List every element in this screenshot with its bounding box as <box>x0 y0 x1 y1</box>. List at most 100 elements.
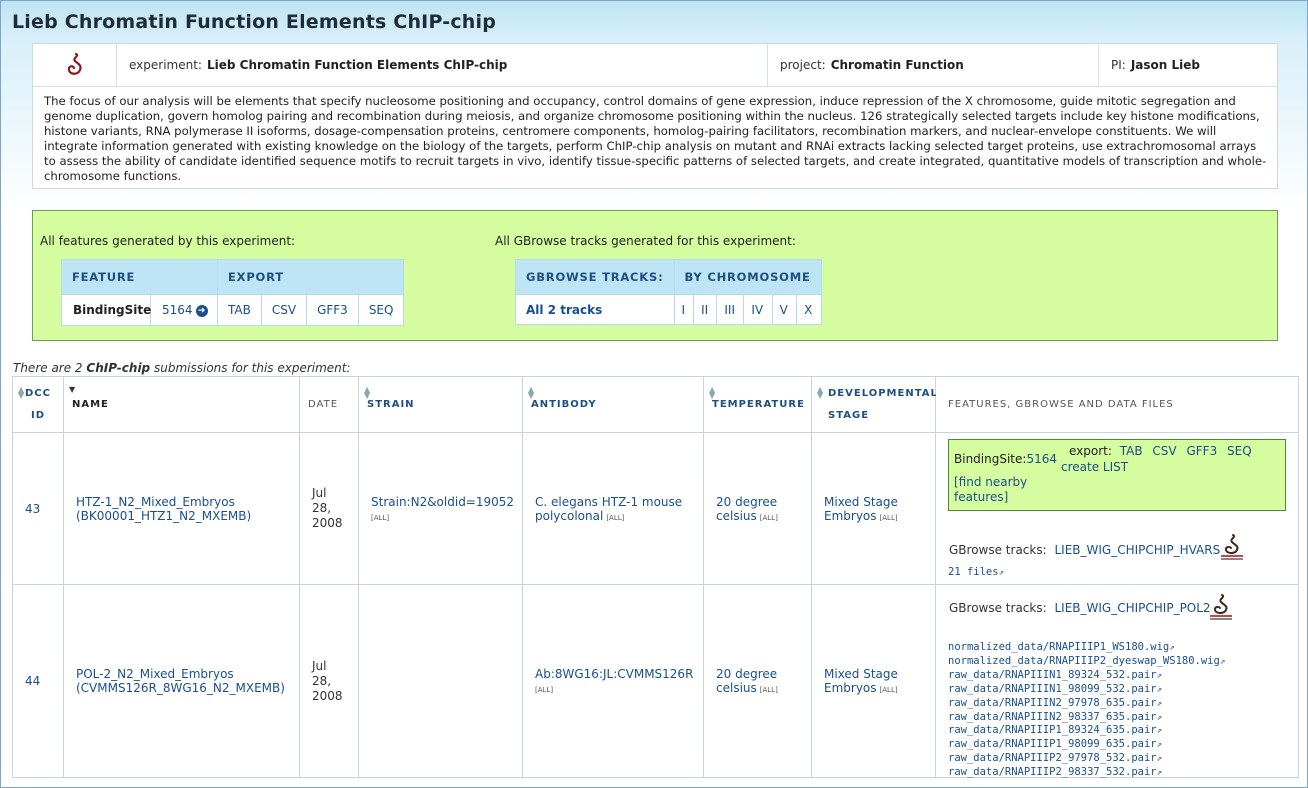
external-link-icon: ⇗ <box>1156 670 1163 681</box>
submission-date: Jul 28, 2008 <box>299 584 359 778</box>
export-gff3-link[interactable]: GFF3 <box>1186 444 1217 458</box>
chromosome-iii-link[interactable]: III <box>716 294 745 325</box>
data-file-link[interactable]: raw_data/RNAPIIIP2_97978_532.pair⇗ <box>948 752 1162 764</box>
chromosome-i-link[interactable]: I <box>673 294 695 325</box>
temperature-link-cont[interactable]: celsius <box>716 681 757 695</box>
feature-name: BindingSite <box>62 295 151 325</box>
project-cell: project: Chromatin Function <box>768 44 1099 86</box>
stage-cell: Mixed Stage Embryos [ALL] <box>811 584 936 778</box>
files-cell: BindingSite:5164 export: TAB CSV GFF3 SE… <box>935 432 1299 585</box>
experiment-cell: experiment: Lieb Chromatin Function Elem… <box>117 44 768 86</box>
arrow-right-circle-icon: ➜ <box>195 304 208 317</box>
external-link-icon: ⇗ <box>1156 768 1163 779</box>
temperature-all-link[interactable]: [ALL] <box>760 514 778 522</box>
stage-all-link[interactable]: [ALL] <box>880 686 898 694</box>
antibody-link[interactable]: Ab:8WG16:JL:CVMMS126R <box>535 667 693 681</box>
dcc-id-link[interactable]: 44 <box>12 584 64 778</box>
create-list-link[interactable]: create LIST <box>1061 460 1128 474</box>
external-link-icon: ⇗ <box>1156 684 1163 695</box>
experiment-summary-box: All features generated by this experimen… <box>32 210 1278 341</box>
strain-cell: Strain:N2&oldid=19052 [ALL] <box>358 432 523 585</box>
stage-link[interactable]: Mixed Stage <box>824 667 898 681</box>
export-tab-link[interactable]: TAB <box>217 294 262 326</box>
chromosome-iv-link[interactable]: IV <box>743 294 773 325</box>
external-link-icon: ⇗ <box>1156 740 1163 751</box>
experiment-info-card: experiment: Lieb Chromatin Function Elem… <box>32 43 1278 189</box>
chromosome-v-link[interactable]: V <box>771 294 798 325</box>
strain-link[interactable]: Strain:N2&oldid=19052 <box>371 495 514 509</box>
submission-name-link[interactable]: POL-2_N2_Mixed_Embryos (CVMMS126R_8WG16_N… <box>63 584 300 778</box>
chromosome-x-link[interactable]: X <box>796 294 822 325</box>
gbrowse-logo-icon[interactable] <box>1208 593 1234 621</box>
column-header-temperature[interactable]: ▲ ▼ TEMPERATURE <box>703 376 812 433</box>
external-link-icon: ⇗ <box>1156 712 1163 723</box>
external-link-icon: ⇗ <box>1169 643 1175 653</box>
export-gff3-link[interactable]: GFF3 <box>306 294 359 326</box>
external-link-icon: ⇗ <box>1156 754 1163 765</box>
antibody-link-cont[interactable]: polycolonal <box>535 509 603 523</box>
stage-all-link[interactable]: [ALL] <box>880 514 898 522</box>
data-file-link[interactable]: raw_data/RNAPIIIN1_98099_532.pair⇗ <box>948 683 1162 695</box>
antibody-all-link[interactable]: [ALL] <box>535 686 553 694</box>
stage-link-cont[interactable]: Embryos <box>824 681 877 695</box>
temperature-link-cont[interactable]: celsius <box>716 509 757 523</box>
data-file-link[interactable]: raw_data/RNAPIIIP1_98099_635.pair⇗ <box>948 738 1162 750</box>
find-nearby-features-link[interactable]: [find nearby features] <box>954 475 1027 505</box>
data-file-link[interactable]: raw_data/RNAPIIIN2_97978_635.pair⇗ <box>948 697 1162 709</box>
feature-export-box: BindingSite:5164 export: TAB CSV GFF3 SE… <box>948 439 1286 511</box>
antibody-link[interactable]: C. elegans HTZ-1 mouse <box>535 495 682 509</box>
column-header-dcc-id[interactable]: ▲ ▼ DCC ID <box>12 376 64 433</box>
feature-count-link[interactable]: 5164 ➜ <box>151 303 208 317</box>
chromosome-ii-link[interactable]: II <box>693 294 718 325</box>
submission-name-link[interactable]: HTZ-1_N2_Mixed_Embryos (BK00001_HTZ1_N2_M… <box>63 432 300 585</box>
gbrowse-tracks-label: GBrowse tracks: <box>949 543 1047 557</box>
sort-icon: ▼ <box>69 385 77 394</box>
gbrowse-logo-icon[interactable] <box>1219 533 1245 561</box>
data-file-link[interactable]: raw_data/RNAPIIIP1_89324_635.pair⇗ <box>948 724 1162 736</box>
strain-all-link[interactable]: [ALL] <box>371 514 389 522</box>
files-link[interactable]: 21 files⇗ <box>948 566 1004 578</box>
experiment-value: Lieb Chromatin Function Elements ChIP-ch… <box>206 58 508 72</box>
feature-label: BindingSite: <box>954 452 1027 466</box>
data-file-link[interactable]: raw_data/RNAPIIIN2_98337_635.pair⇗ <box>948 711 1162 723</box>
temperature-all-link[interactable]: [ALL] <box>760 686 778 694</box>
experiment-info-row: experiment: Lieb Chromatin Function Elem… <box>33 44 1277 87</box>
data-file-link[interactable]: normalized_data/RNAPIIIP2_dyeswap_WS180.… <box>948 655 1225 667</box>
data-file-link[interactable]: raw_data/RNAPIIIP2_98337_532.pair⇗ <box>948 766 1162 778</box>
column-header-files: FEATURES, GBROWSE AND DATA FILES <box>935 376 1299 433</box>
column-header-antibody[interactable]: ▲ ▼ ANTIBODY <box>522 376 704 433</box>
gbrowse-tracks-label: GBrowse tracks: <box>949 601 1047 615</box>
dcc-id-link[interactable]: 43 <box>12 432 64 585</box>
column-header-date: DATE <box>299 376 359 433</box>
column-header-strain[interactable]: ▲ ▼ STRAIN <box>358 376 523 433</box>
antibody-all-link[interactable]: [ALL] <box>606 514 624 522</box>
feature-count-link[interactable]: 5164 <box>1026 452 1057 466</box>
stage-link-cont[interactable]: Embryos <box>824 509 877 523</box>
table-row: 43 HTZ-1_N2_Mixed_Embryos (BK00001_HTZ1_N… <box>12 432 1299 585</box>
antibody-cell: C. elegans HTZ-1 mouse polycolonal [ALL] <box>522 432 704 585</box>
gbrowse-track-link[interactable]: LIEB_WIG_CHIPCHIP_POL2 <box>1054 601 1210 615</box>
export-seq-link[interactable]: SEQ <box>357 294 405 326</box>
gbrowse-table: GBROWSE TRACKS: BY CHROMOSOME All 2 trac… <box>515 259 822 325</box>
temperature-link[interactable]: 20 degree <box>716 667 777 681</box>
temperature-link[interactable]: 20 degree <box>716 495 777 509</box>
external-link-icon: ⇗ <box>1219 656 1226 667</box>
export-tab-link[interactable]: TAB <box>1120 444 1143 458</box>
stage-link[interactable]: Mixed Stage <box>824 495 898 509</box>
gbrowse-track-link[interactable]: LIEB_WIG_CHIPCHIP_HVARS <box>1054 543 1220 557</box>
project-value: Chromatin Function <box>830 58 964 72</box>
column-header-developmental-stage[interactable]: ▲ ▼ DEVELOPMENTAL STAGE <box>811 376 937 433</box>
data-file-link[interactable]: normalized_data/RNAPIIIP1_WS180.wig⇗ <box>948 641 1175 653</box>
export-seq-link[interactable]: SEQ <box>1227 444 1252 458</box>
all-tracks-link[interactable]: All 2 tracks <box>515 294 675 325</box>
antibody-cell: Ab:8WG16:JL:CVMMS126R [ALL] <box>522 584 704 778</box>
export-csv-link[interactable]: CSV <box>260 294 308 326</box>
sort-icon: ▲ ▼ <box>528 385 536 400</box>
pi-label: PI: <box>1111 58 1126 72</box>
data-file-link[interactable]: raw_data/RNAPIIIN1_89324_532.pair⇗ <box>948 669 1162 681</box>
sort-icon: ▲ ▼ <box>364 385 372 400</box>
submissions-caption: There are 2 ChIP-chip submissions for th… <box>13 361 351 375</box>
column-header-name[interactable]: ▼ NAME <box>63 376 300 433</box>
export-csv-link[interactable]: CSV <box>1152 444 1176 458</box>
files-cell: GBrowse tracks: LIEB_WIG_CHIPCHIP_POL2 n… <box>935 584 1299 778</box>
